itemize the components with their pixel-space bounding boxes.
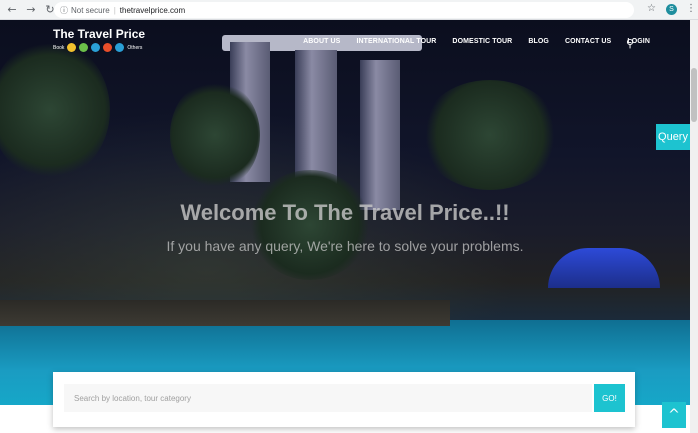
search-icon[interactable]: ⚲ <box>626 37 634 50</box>
chevron-up-icon: ^ <box>668 407 680 423</box>
bus-icon <box>79 43 89 52</box>
back-icon[interactable]: ← <box>5 3 19 17</box>
train-icon <box>91 43 101 52</box>
go-button[interactable]: GO! <box>594 384 625 412</box>
nav-blog[interactable]: BLOG <box>528 38 549 45</box>
site-logo[interactable]: The Travel Price Book Others <box>53 27 145 52</box>
palm-decoration <box>420 80 560 190</box>
palm-decoration <box>170 80 260 190</box>
brand-sub-left: Book <box>53 44 65 51</box>
brand-sub-right: Others <box>127 44 143 51</box>
address-divider: | <box>113 5 116 15</box>
palm-decoration <box>0 40 110 180</box>
browser-menu-icon[interactable]: ⋮ <box>686 3 696 14</box>
flight-icon <box>103 43 113 52</box>
brand-title: The Travel Price <box>53 27 146 41</box>
page-scrollbar[interactable] <box>690 20 698 433</box>
search-input[interactable] <box>64 384 592 412</box>
nav-contact-us[interactable]: CONTACT US <box>565 38 611 45</box>
main-nav: ABOUT US INTERNATIONAL TOUR DOMESTIC TOU… <box>303 38 650 45</box>
hero-tagline: If you have any query, We're here to sol… <box>166 238 524 254</box>
info-icon[interactable]: ⓘ <box>60 5 68 16</box>
browser-toolbar: ← → ↻ ⓘ Not secure | thetravelprice.com … <box>0 0 698 20</box>
hotel-icon <box>67 43 77 52</box>
nav-domestic-tour[interactable]: DOMESTIC TOUR <box>452 38 512 45</box>
address-bar[interactable]: ⓘ Not secure | thetravelprice.com <box>54 2 634 18</box>
query-button[interactable]: Query <box>656 124 690 150</box>
bookmark-star-icon[interactable]: ☆ <box>647 3 656 14</box>
hero-title: Welcome To The Travel Price..!! <box>180 200 510 225</box>
nav-international-tour[interactable]: INTERNATIONAL TOUR <box>356 38 436 45</box>
deck-decoration <box>0 300 450 326</box>
tower-decoration <box>360 60 400 210</box>
profile-avatar[interactable]: S <box>666 4 677 15</box>
scroll-to-top-button[interactable]: ^ <box>662 402 686 428</box>
nav-about-us[interactable]: ABOUT US <box>303 38 340 45</box>
search-panel: GO! <box>53 372 635 427</box>
scrollbar-thumb[interactable] <box>691 68 697 122</box>
forward-icon[interactable]: → <box>24 3 38 17</box>
car-icon <box>115 43 125 52</box>
hero-banner: The Travel Price Book Others ABOUT US IN… <box>0 20 690 405</box>
security-label: Not secure <box>71 5 110 15</box>
brand-subline: Book Others <box>53 43 145 52</box>
dome-decoration <box>548 248 660 288</box>
url-text[interactable]: thetravelprice.com <box>120 6 185 15</box>
